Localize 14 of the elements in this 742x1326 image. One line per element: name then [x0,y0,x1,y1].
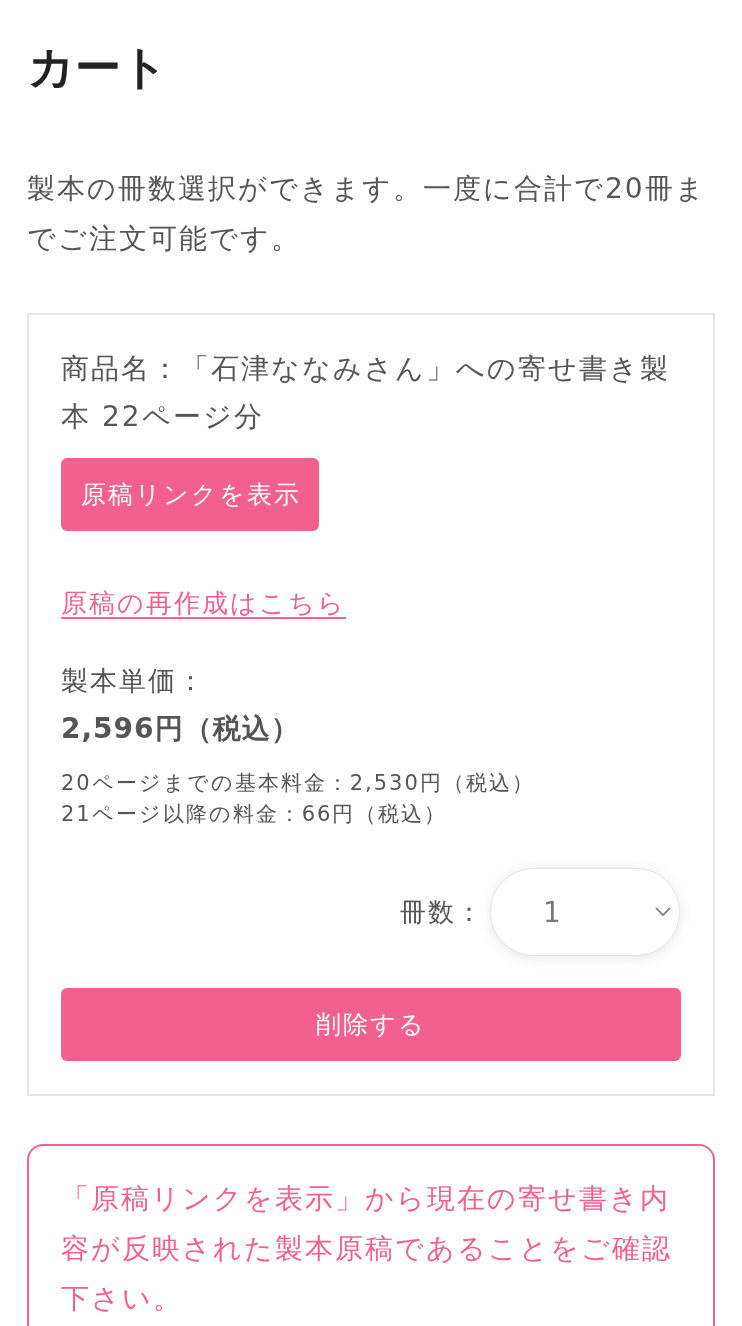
show-draft-button[interactable]: 原稿リンクを表示 [61,458,319,531]
unit-price-label: 製本単価： [61,664,207,698]
product-name: 商品名：「石津ななみさん」への寄せ書き製本 22ページ分 [61,351,671,435]
quantity-label: 冊数： [400,895,484,929]
quantity-select[interactable]: 1 [490,868,680,956]
page-title: カート [28,39,169,96]
delete-button[interactable]: 削除する [61,988,681,1061]
unit-price: 2,596円（税込） [61,711,301,747]
intro-text: 製本の冊数選択ができます。一度に合計で20冊までご注文可能です。 [27,171,707,257]
price-note: 20ページまでの基本料金：2,530円（税込） [61,770,536,797]
recreate-link[interactable]: 原稿の再作成はこちら [61,583,346,623]
price-note: 21ページ以降の料金：66円（税込） [61,801,449,828]
chevron-down-icon [655,907,671,917]
notice-text: 「原稿リンクを表示」から現在の寄せ書き内容が反映された製本原稿であることをご確認下さい。 [61,1181,673,1317]
